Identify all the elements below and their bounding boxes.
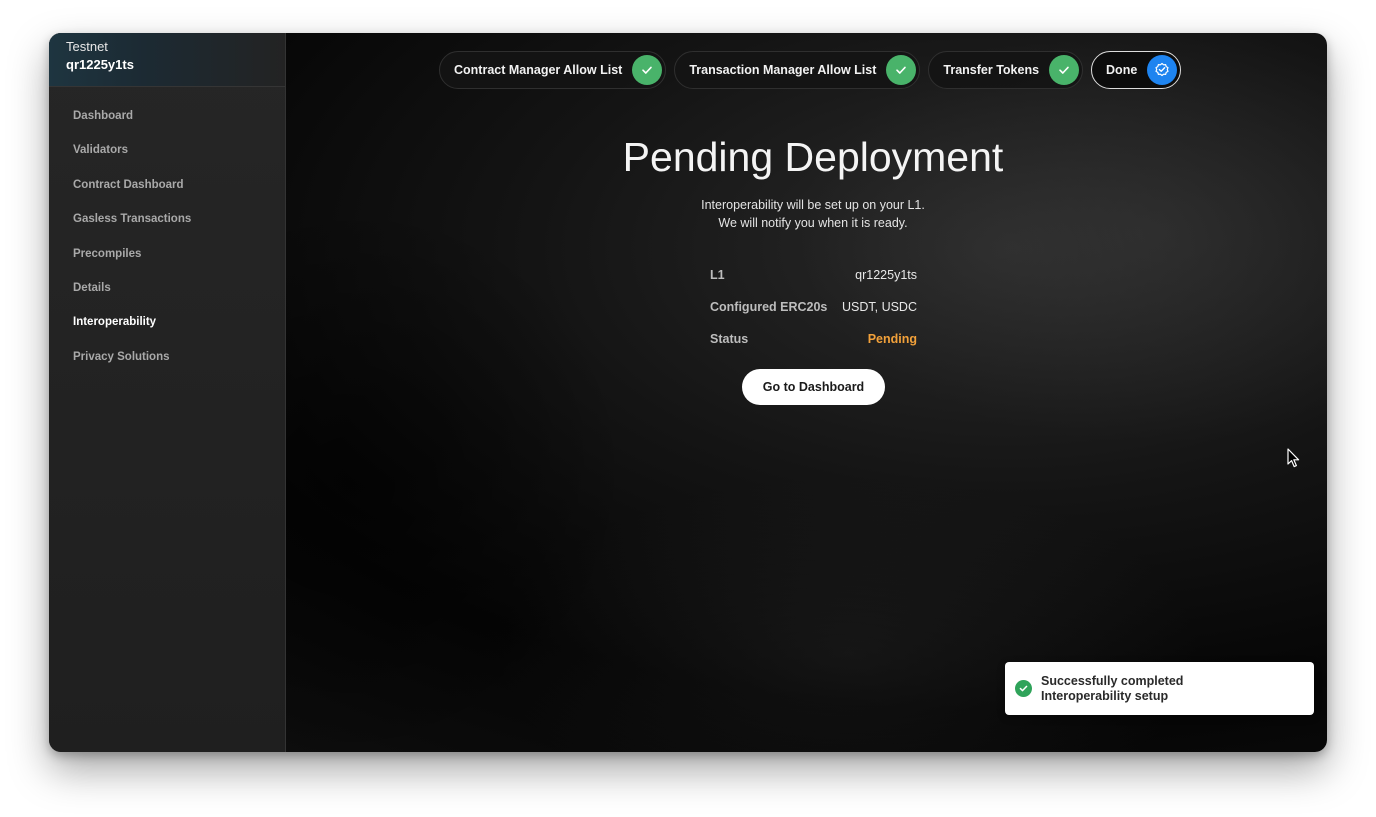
main-content: Pending Deployment Interoperability will… bbox=[285, 33, 1327, 752]
chain-id-label: qr1225y1ts bbox=[66, 57, 134, 72]
subtitle-line-1: Interoperability will be set up on your … bbox=[701, 198, 925, 212]
go-to-dashboard-button[interactable]: Go to Dashboard bbox=[742, 369, 885, 405]
info-label: L1 bbox=[710, 268, 725, 282]
toast-message: Successfully completed Interoperability … bbox=[1041, 674, 1183, 704]
network-selector[interactable]: Testnet qr1225y1ts bbox=[49, 33, 285, 87]
sidebar-item-details[interactable]: Details bbox=[49, 271, 285, 305]
app-window: Testnet qr1225y1ts Dashboard Validators … bbox=[49, 33, 1327, 752]
check-circle-icon bbox=[1015, 680, 1032, 697]
page-title: Pending Deployment bbox=[622, 134, 1004, 180]
sidebar-item-privacy-solutions[interactable]: Privacy Solutions bbox=[49, 340, 285, 374]
sidebar-item-gasless-transactions[interactable]: Gasless Transactions bbox=[49, 202, 285, 236]
sidebar-item-validators[interactable]: Validators bbox=[49, 133, 285, 167]
info-value: USDT, USDC bbox=[841, 300, 917, 314]
info-label: Configured ERC20s bbox=[710, 300, 828, 314]
network-label: Testnet bbox=[66, 39, 108, 54]
toast-line-2: Interoperability setup bbox=[1041, 688, 1169, 703]
info-row-l1: L1 qr1225y1ts bbox=[710, 265, 917, 297]
sidebar-item-interoperability[interactable]: Interoperability bbox=[49, 305, 285, 339]
mouse-cursor-icon bbox=[1287, 448, 1301, 473]
toast-line-1: Successfully completed bbox=[1041, 673, 1184, 688]
sidebar-item-contract-dashboard[interactable]: Contract Dashboard bbox=[49, 168, 285, 202]
success-toast[interactable]: Successfully completed Interoperability … bbox=[1005, 662, 1314, 715]
sidebar-item-precompiles[interactable]: Precompiles bbox=[49, 237, 285, 271]
subtitle-line-2: We will notify you when it is ready. bbox=[718, 216, 908, 230]
status-badge: Pending bbox=[867, 332, 917, 346]
info-row-erc20s: Configured ERC20s USDT, USDC bbox=[710, 297, 917, 329]
deployment-info: L1 qr1225y1ts Configured ERC20s USDT, US… bbox=[710, 265, 917, 361]
info-row-status: Status Pending bbox=[710, 329, 917, 361]
info-value: qr1225y1ts bbox=[855, 268, 917, 282]
page-subtitle: Interoperability will be set up on your … bbox=[285, 196, 1327, 232]
sidebar: Testnet qr1225y1ts Dashboard Validators … bbox=[49, 33, 286, 752]
sidebar-item-dashboard[interactable]: Dashboard bbox=[49, 99, 285, 133]
sidebar-nav: Dashboard Validators Contract Dashboard … bbox=[49, 87, 285, 374]
info-label: Status bbox=[710, 332, 749, 346]
